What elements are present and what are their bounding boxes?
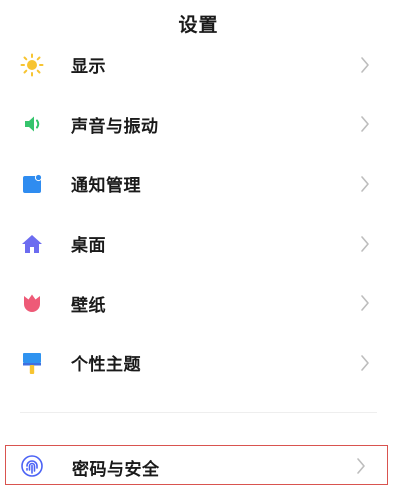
settings-item-wallpaper[interactable]: 壁纸 bbox=[0, 273, 397, 333]
fingerprint-icon bbox=[20, 454, 44, 478]
home-icon bbox=[20, 232, 44, 256]
chevron-right-icon bbox=[355, 456, 367, 476]
settings-item-label: 壁纸 bbox=[71, 295, 106, 316]
settings-item-home-screen[interactable]: 桌面 bbox=[0, 214, 397, 274]
tulip-icon bbox=[20, 291, 44, 315]
chevron-right-icon bbox=[359, 293, 371, 313]
notification-icon bbox=[20, 172, 44, 196]
brush-icon bbox=[20, 351, 44, 375]
settings-list: 显示 声音与振动 通知管理 桌面 壁纸 个性主题 bbox=[0, 35, 397, 393]
settings-item-themes[interactable]: 个性主题 bbox=[0, 333, 397, 393]
chevron-right-icon bbox=[359, 353, 371, 373]
chevron-right-icon bbox=[359, 234, 371, 254]
settings-item-label: 密码与安全 bbox=[72, 460, 160, 480]
settings-item-label: 声音与振动 bbox=[71, 116, 159, 137]
settings-item-sound[interactable]: 声音与振动 bbox=[0, 95, 397, 155]
settings-item-label: 通知管理 bbox=[71, 176, 141, 197]
settings-item-password-security[interactable]: 密码与安全 bbox=[5, 445, 388, 485]
settings-item-label: 显示 bbox=[71, 57, 106, 78]
chevron-right-icon bbox=[359, 174, 371, 194]
settings-item-display[interactable]: 显示 bbox=[0, 35, 397, 95]
settings-item-label: 桌面 bbox=[71, 236, 106, 257]
sun-icon bbox=[20, 53, 44, 77]
page-title: 设置 bbox=[178, 14, 219, 36]
speaker-icon bbox=[20, 112, 44, 136]
chevron-right-icon bbox=[359, 114, 371, 134]
section-divider bbox=[20, 412, 377, 413]
settings-item-label: 个性主题 bbox=[71, 355, 141, 376]
settings-item-notifications[interactable]: 通知管理 bbox=[0, 154, 397, 214]
chevron-right-icon bbox=[359, 55, 371, 75]
